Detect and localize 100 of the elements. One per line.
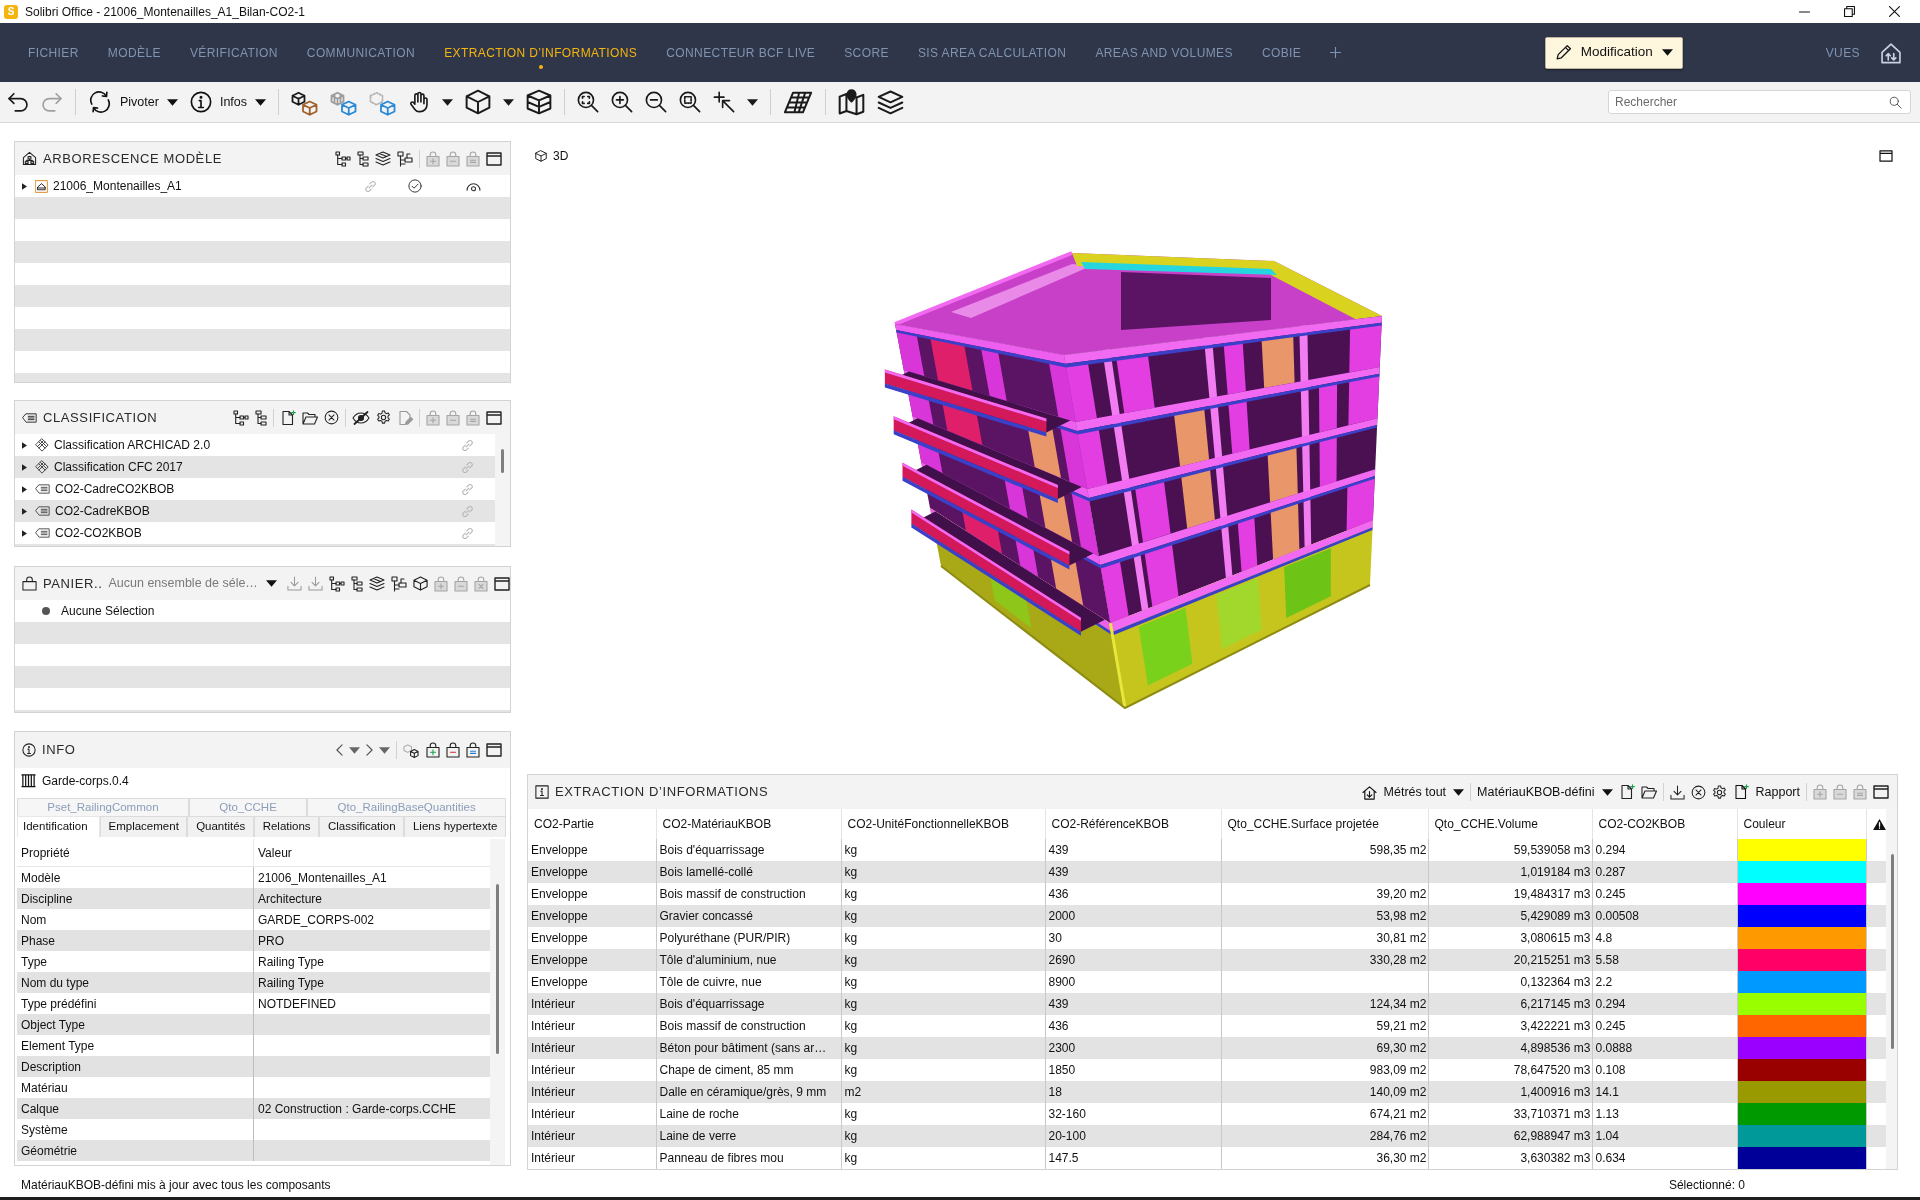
download-icon[interactable] [1669, 784, 1685, 800]
x-circle-icon[interactable] [1690, 784, 1706, 800]
expander-icon[interactable] [22, 529, 27, 537]
eye-slash-icon[interactable] [352, 410, 370, 425]
undo-icon[interactable] [7, 91, 29, 113]
mode-dropdown[interactable]: Modification [1544, 36, 1683, 69]
menu-tab[interactable]: VÉRIFICATION [189, 36, 278, 69]
add-tab-icon[interactable] [1330, 47, 1342, 58]
expander-icon[interactable] [22, 182, 27, 190]
menu-tab[interactable]: EXTRACTION D’INFORMATIONS [444, 36, 638, 69]
column-header[interactable]: Qto_CCHE.Volume [1428, 809, 1592, 839]
map-pin-icon[interactable] [838, 88, 865, 116]
quantities-dropdown[interactable]: Métrés tout [1361, 782, 1465, 802]
preset-dropdown[interactable]: MatériauKBOB-défini [1477, 782, 1613, 802]
menu-tab[interactable]: COMMUNICATION [306, 36, 416, 69]
settings-icon[interactable] [376, 410, 391, 425]
new-document-icon[interactable] [1618, 784, 1635, 800]
hierarchy-icon[interactable] [233, 409, 249, 426]
eye-icon[interactable] [466, 180, 481, 192]
layer-stack-icon[interactable] [375, 150, 391, 167]
chevron-left-icon[interactable] [336, 744, 343, 756]
new-document-icon[interactable] [280, 409, 296, 426]
cursor-icon[interactable] [713, 91, 735, 113]
column-header[interactable]: CO2-CO2KBOB [1592, 809, 1737, 839]
menu-tab[interactable]: MODÈLE [107, 36, 161, 69]
maximize-icon[interactable] [1873, 785, 1889, 799]
tab[interactable]: Relations [254, 816, 320, 837]
chevron-right-icon[interactable] [366, 744, 373, 756]
network-icon[interactable] [390, 575, 407, 592]
column-header[interactable]: CO2-RéférenceKBOB [1045, 809, 1221, 839]
tree-item[interactable]: 21006_Montenailles_A1 [53, 177, 182, 195]
hand-icon[interactable] [408, 91, 430, 113]
selection-set-dropdown[interactable]: Aucun ensemble de séle… [108, 574, 277, 593]
tab[interactable]: Liens hypertexte [404, 816, 506, 837]
layer-stack-icon[interactable] [368, 575, 385, 592]
indent-tree-icon[interactable] [357, 150, 369, 167]
zoom-fit-icon[interactable] [577, 91, 599, 113]
report-button[interactable]: Rapport [1732, 782, 1800, 802]
check-circle-icon[interactable] [408, 179, 422, 193]
expander-icon[interactable] [22, 441, 27, 449]
document-edit-icon[interactable] [397, 409, 413, 426]
network-icon[interactable] [397, 150, 413, 167]
menu-tab[interactable]: CONNECTEUR BCF LIVE [666, 36, 816, 69]
maximize-icon[interactable] [493, 576, 510, 591]
menu-tab[interactable]: FICHIER [28, 36, 79, 69]
indent-tree-icon[interactable] [350, 575, 363, 592]
tree-item[interactable]: CO2-CadreCO2KBOB [55, 480, 175, 498]
menu-tab[interactable]: SCORE [844, 36, 889, 69]
zoom-window-icon[interactable] [679, 91, 701, 113]
tree-item[interactable]: CO2-CO2KBOB [55, 524, 142, 542]
house-arrows-icon[interactable] [1880, 41, 1902, 64]
tab[interactable]: Identification [17, 816, 100, 837]
settings-icon[interactable] [1711, 784, 1727, 800]
hierarchy-icon[interactable] [328, 575, 345, 592]
grid-plane-icon[interactable] [783, 90, 813, 114]
cube-planes-icon[interactable] [526, 89, 552, 115]
expander-icon[interactable] [22, 507, 27, 515]
close-icon[interactable] [1889, 6, 1900, 17]
tab[interactable]: Quantités [187, 816, 254, 837]
search-field[interactable]: Rechercher [1608, 90, 1911, 114]
column-header[interactable]: Qto_CCHE.Surface projetée [1221, 809, 1428, 839]
x-circle-icon[interactable] [324, 410, 339, 425]
maximize-icon[interactable] [486, 151, 502, 166]
maximize-icon[interactable] [486, 410, 502, 425]
column-header[interactable]: CO2-MatériauKBOB [656, 809, 841, 839]
layers-icon[interactable] [877, 88, 904, 116]
caret-icon[interactable] [503, 98, 514, 106]
menu-tab[interactable]: COBIE [1261, 36, 1302, 69]
restore-icon[interactable] [1844, 6, 1855, 17]
tab[interactable]: Classification [319, 816, 405, 837]
views-button[interactable]: VUES [1825, 43, 1860, 62]
scrollbar-thumb[interactable] [1891, 854, 1894, 1049]
zoom-out-icon[interactable] [645, 91, 667, 113]
folder-icon[interactable] [302, 410, 318, 425]
indent-tree-icon[interactable] [255, 409, 267, 426]
bag-plus-icon[interactable] [426, 742, 440, 758]
hierarchy-icon[interactable] [335, 150, 351, 167]
scrollbar-thumb[interactable] [501, 449, 504, 473]
column-header[interactable]: CO2-UnitéFonctionnelleKBOB [841, 809, 1045, 839]
menu-tab[interactable]: AREAS AND VOLUMES [1095, 36, 1233, 69]
maximize-icon[interactable] [486, 743, 502, 757]
tab[interactable]: Emplacement [99, 816, 188, 837]
bag-minus-icon[interactable] [446, 742, 460, 758]
tree-item[interactable]: Classification ARCHICAD 2.0 [54, 436, 211, 454]
expander-icon[interactable] [22, 463, 27, 471]
rotate-button[interactable]: Pivoter [88, 91, 178, 113]
cube-icon[interactable] [465, 89, 491, 115]
cube-icon[interactable] [412, 576, 428, 591]
expander-icon[interactable] [22, 485, 27, 493]
tree-item[interactable]: Classification CFC 2017 [54, 458, 183, 476]
caret-icon[interactable] [747, 98, 758, 106]
menu-tab[interactable]: SIS AREA CALCULATION [917, 36, 1067, 69]
minimize-icon[interactable] [1799, 10, 1810, 13]
scrollbar-thumb[interactable] [496, 884, 499, 1054]
folder-icon[interactable] [1640, 785, 1657, 799]
zoom-in-icon[interactable] [611, 91, 633, 113]
bag-equal-icon[interactable] [466, 742, 480, 758]
maximize-icon[interactable] [1879, 150, 1893, 162]
tree-item[interactable]: CO2-CadreKBOB [55, 502, 150, 520]
info-button[interactable]: Infos [189, 91, 266, 113]
